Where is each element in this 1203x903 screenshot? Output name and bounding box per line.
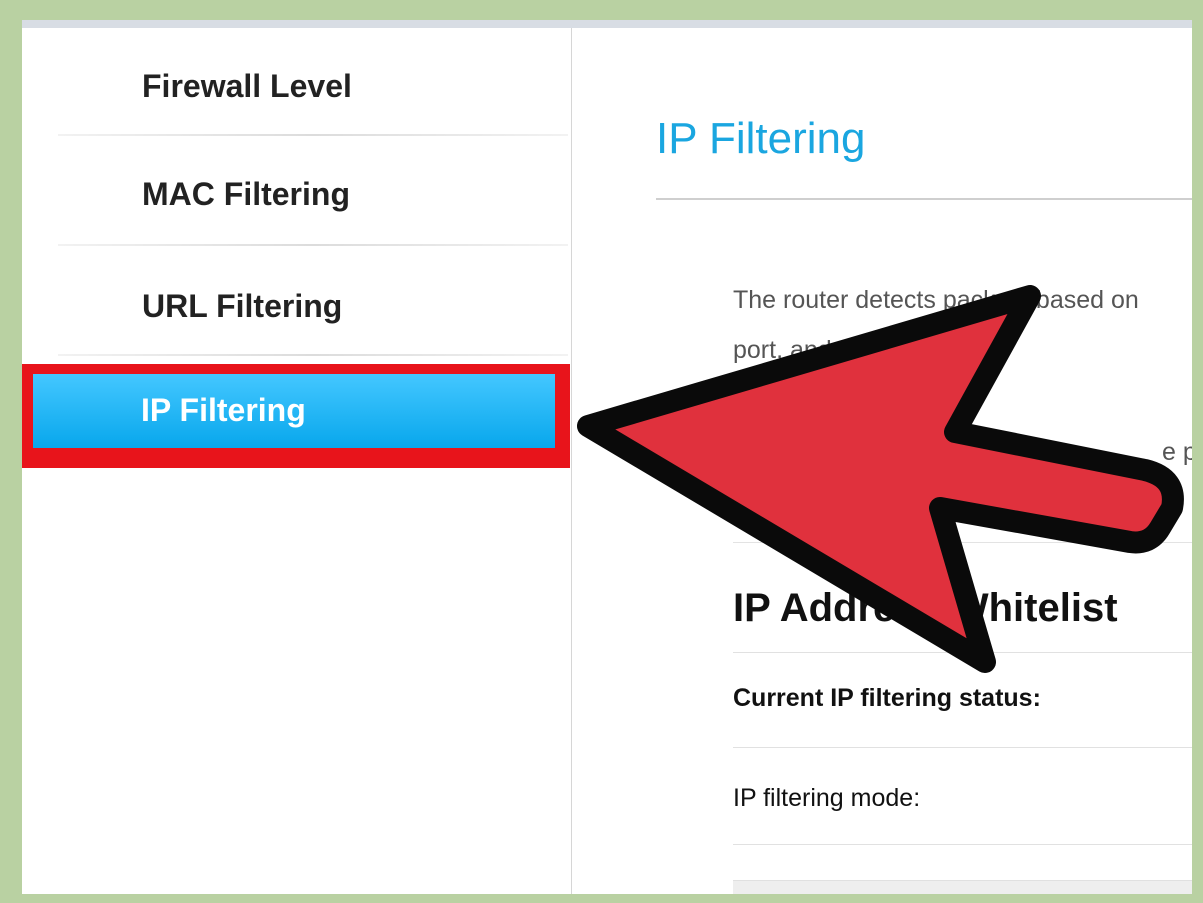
red-pointer-arrow-icon xyxy=(577,285,1184,673)
